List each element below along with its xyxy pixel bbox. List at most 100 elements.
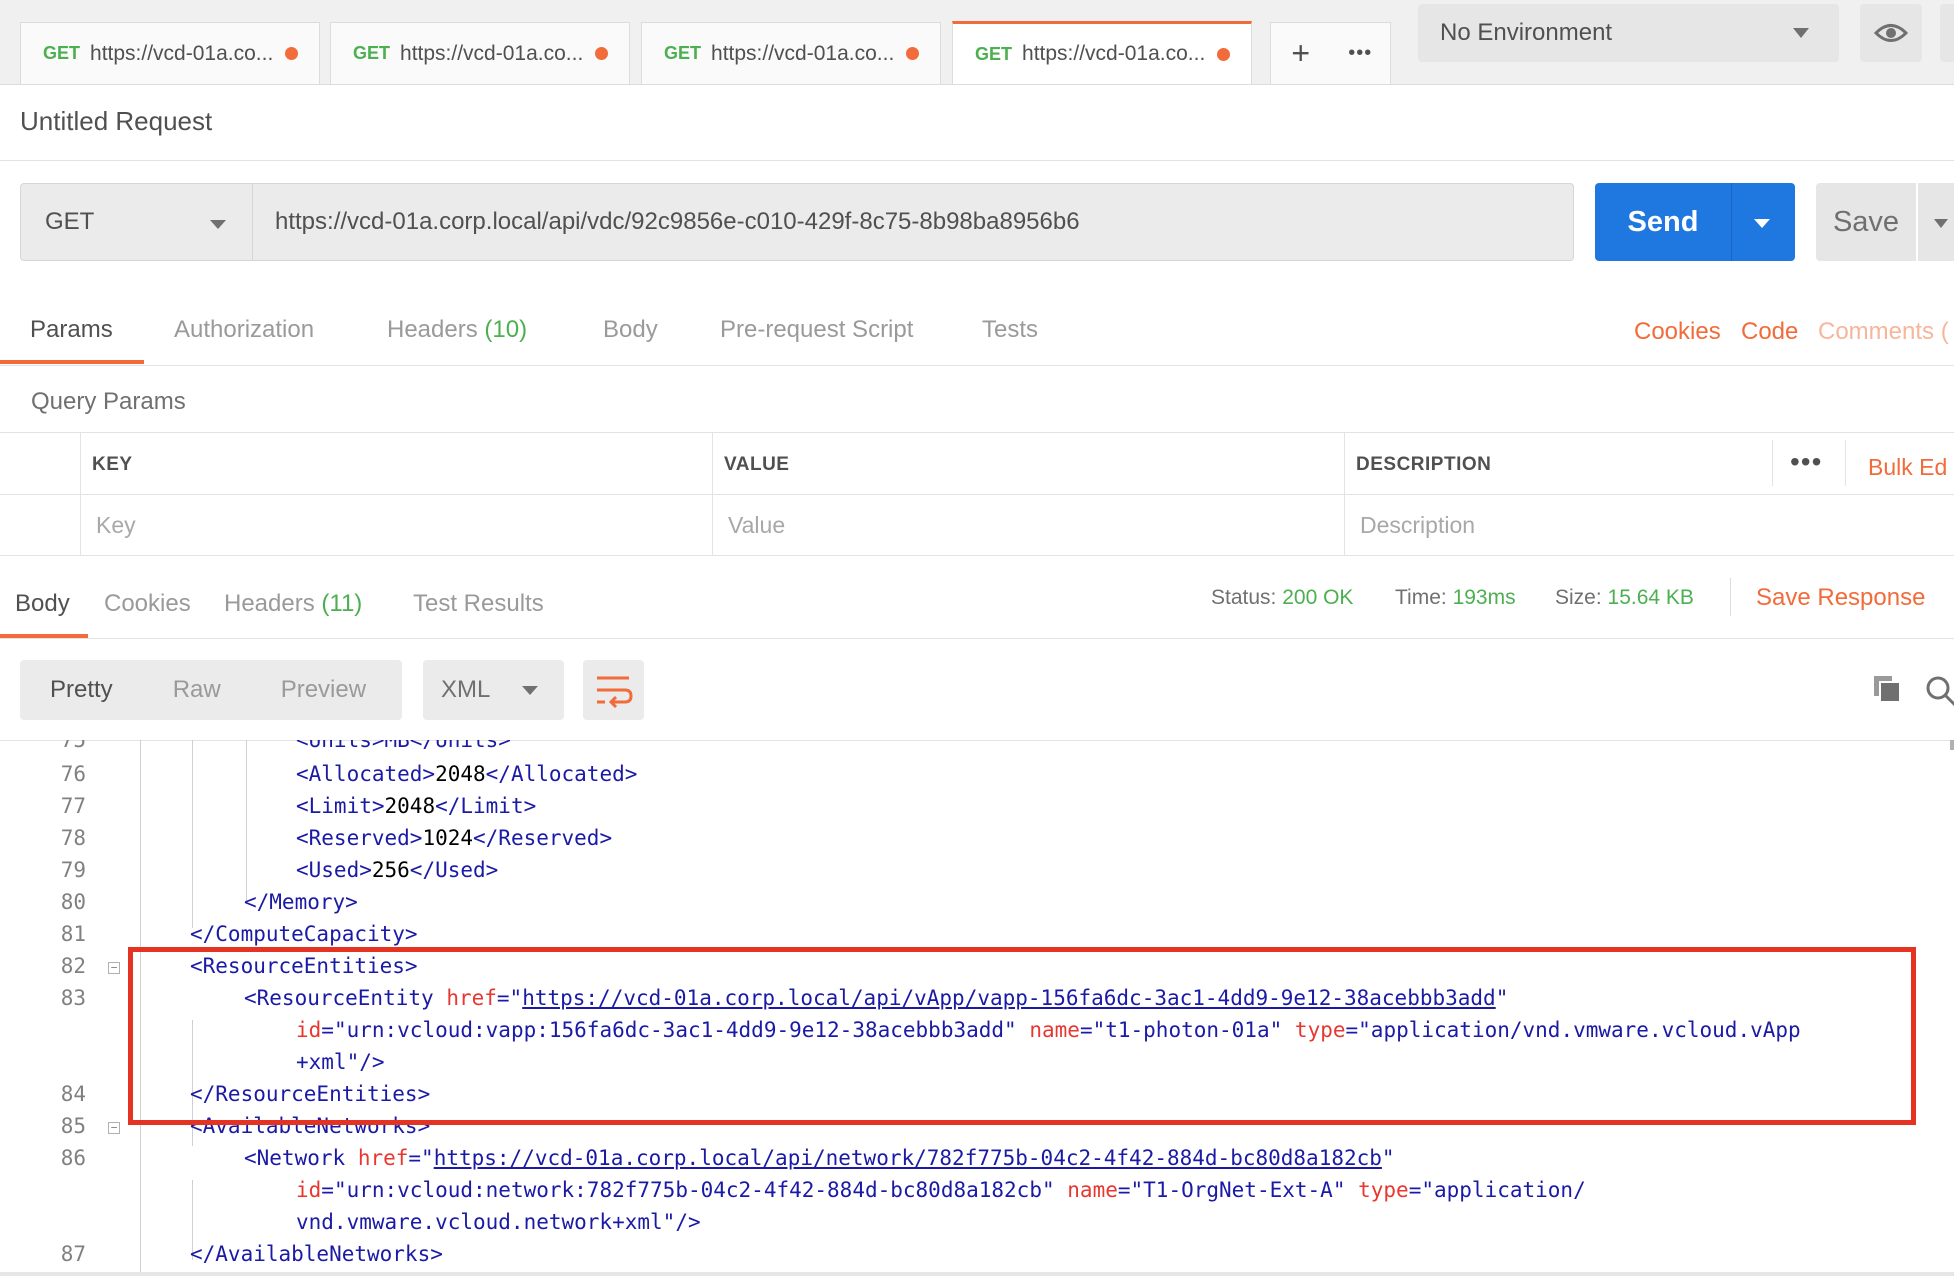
query-params-table: KEY VALUE DESCRIPTION ••• Bulk Ed Key Va… bbox=[0, 432, 1954, 556]
size-label: Size: bbox=[1555, 586, 1602, 609]
active-tab-indicator bbox=[0, 360, 144, 364]
xml-text: 2048 bbox=[435, 762, 486, 786]
href-link[interactable]: https://vcd-01a.corp.local/api/network/7… bbox=[434, 1146, 1382, 1170]
tab-headers[interactable]: Headers (10) bbox=[387, 316, 527, 344]
xml-close-tag: </Limit> bbox=[435, 794, 537, 818]
wrap-lines-button[interactable] bbox=[583, 660, 644, 720]
tab-url: https://vcd-01a.co... bbox=[711, 41, 895, 65]
cookies-link[interactable]: Cookies bbox=[1634, 318, 1721, 346]
tab-response-body[interactable]: Body bbox=[15, 590, 70, 618]
settings-button[interactable] bbox=[1940, 4, 1954, 62]
divider bbox=[0, 494, 1954, 495]
save-button[interactable]: Save bbox=[1816, 183, 1916, 261]
line-number: 78 bbox=[60, 826, 86, 850]
line-number: 81 bbox=[60, 922, 86, 946]
view-preview[interactable]: Preview bbox=[281, 676, 366, 704]
format-label: XML bbox=[441, 676, 491, 703]
xml-units-element: <Units>MB</Units> bbox=[296, 740, 511, 752]
tab-response-headers[interactable]: Headers (11) bbox=[224, 590, 362, 618]
code-line: <Units>MB</Units> bbox=[296, 740, 511, 752]
scrollbar[interactable] bbox=[1950, 740, 1954, 750]
line-number: 83 bbox=[60, 986, 86, 1010]
eye-icon bbox=[1873, 24, 1909, 42]
xml-open-tag: <Used> bbox=[296, 858, 372, 882]
url-input[interactable]: https://vcd-01a.corp.local/api/vdc/92c98… bbox=[252, 183, 1574, 261]
bulk-edit-link[interactable]: Bulk Ed bbox=[1868, 454, 1947, 481]
view-pretty[interactable]: Pretty bbox=[50, 676, 113, 704]
tab-params[interactable]: Params bbox=[30, 316, 113, 344]
request-tab-active[interactable]: GET https://vcd-01a.co... bbox=[952, 21, 1252, 84]
unsaved-dot-icon bbox=[1217, 47, 1231, 61]
xml-close-tag: </Reserved> bbox=[473, 826, 613, 850]
fold-toggle-icon[interactable]: − bbox=[108, 962, 120, 974]
save-response-button[interactable]: Save Response bbox=[1756, 584, 1925, 612]
status-value: 200 OK bbox=[1282, 586, 1354, 609]
comments-link[interactable]: Comments ( bbox=[1818, 318, 1949, 346]
tab-url: https://vcd-01a.co... bbox=[400, 41, 584, 65]
tab-tests[interactable]: Tests bbox=[982, 316, 1038, 344]
line-number: 79 bbox=[60, 858, 86, 882]
xml-open-tag: <Reserved> bbox=[296, 826, 423, 850]
fold-toggle-icon[interactable]: − bbox=[108, 1122, 120, 1134]
divider bbox=[0, 160, 1954, 161]
view-raw[interactable]: Raw bbox=[173, 676, 221, 704]
line-number: 86 bbox=[60, 1146, 86, 1170]
line-number: 82 bbox=[60, 954, 86, 978]
send-button[interactable]: Send bbox=[1595, 183, 1795, 261]
divider bbox=[0, 1272, 1954, 1276]
send-label: Send bbox=[1627, 205, 1699, 238]
chevron-down-icon bbox=[522, 686, 538, 695]
time-value: 193ms bbox=[1452, 586, 1516, 609]
key-input[interactable]: Key bbox=[96, 512, 136, 539]
method-select[interactable]: GET bbox=[20, 183, 252, 261]
time-label: Time: bbox=[1395, 586, 1447, 609]
tab-body[interactable]: Body bbox=[603, 316, 658, 344]
divider bbox=[0, 432, 1954, 433]
code-line: <Allocated>2048</Allocated> bbox=[296, 762, 637, 786]
response-status: Status: 200 OK bbox=[1211, 586, 1353, 610]
divider bbox=[1730, 578, 1731, 616]
tab-method: GET bbox=[975, 43, 1013, 64]
copy-icon[interactable] bbox=[1872, 674, 1902, 709]
xml-close-tag: </ComputeCapacity> bbox=[190, 922, 418, 946]
tab-test-results[interactable]: Test Results bbox=[413, 590, 544, 618]
tab-prerequest-script[interactable]: Pre-request Script bbox=[720, 316, 913, 344]
format-select[interactable]: XML bbox=[423, 660, 564, 720]
request-tab[interactable]: GET https://vcd-01a.co... bbox=[330, 22, 630, 84]
environment-quick-look-button[interactable] bbox=[1860, 4, 1922, 62]
response-headers-count: (11) bbox=[321, 590, 363, 617]
response-size: Size: 15.64 KB bbox=[1555, 586, 1694, 610]
description-input[interactable]: Description bbox=[1360, 512, 1475, 539]
tab-actions: + ••• bbox=[1270, 22, 1391, 84]
divider bbox=[80, 432, 81, 556]
view-mode-segmented-control: Pretty Raw Preview bbox=[20, 660, 402, 720]
save-options-chevron-icon[interactable] bbox=[1918, 183, 1954, 261]
tab-method: GET bbox=[664, 43, 702, 63]
xml-open-tag: <Limit> bbox=[296, 794, 385, 818]
code-link[interactable]: Code bbox=[1741, 318, 1798, 346]
line-number: 85 bbox=[60, 1114, 86, 1138]
tab-authorization[interactable]: Authorization bbox=[174, 316, 314, 344]
xml-attr-value: T1-OrgNet-Ext-A bbox=[1143, 1178, 1333, 1202]
code-line: vnd.vmware.vcloud.network+xml"/> bbox=[296, 1210, 701, 1234]
request-tab[interactable]: GET https://vcd-01a.co... bbox=[20, 22, 320, 84]
method-label: GET bbox=[45, 208, 95, 235]
tab-response-cookies[interactable]: Cookies bbox=[104, 590, 191, 618]
new-tab-button[interactable]: + bbox=[1271, 23, 1331, 84]
search-icon[interactable] bbox=[1924, 674, 1954, 713]
chevron-down-icon bbox=[210, 220, 226, 229]
response-time: Time: 193ms bbox=[1395, 586, 1516, 610]
xml-attr-name: id bbox=[296, 1178, 322, 1202]
request-title[interactable]: Untitled Request bbox=[20, 106, 212, 137]
divider bbox=[1845, 440, 1846, 486]
send-options-chevron-icon[interactable] bbox=[1732, 183, 1795, 261]
more-tabs-button[interactable]: ••• bbox=[1331, 23, 1391, 84]
request-tab[interactable]: GET https://vcd-01a.co... bbox=[641, 22, 941, 84]
unsaved-dot-icon bbox=[906, 47, 920, 60]
xml-close-tag: </AvailableNetworks> bbox=[190, 1242, 443, 1266]
tab-method: GET bbox=[353, 43, 391, 63]
value-input[interactable]: Value bbox=[728, 512, 785, 539]
unsaved-dot-icon bbox=[595, 47, 609, 60]
params-more-button[interactable]: ••• bbox=[1790, 446, 1822, 478]
environment-select[interactable]: No Environment bbox=[1418, 4, 1839, 62]
